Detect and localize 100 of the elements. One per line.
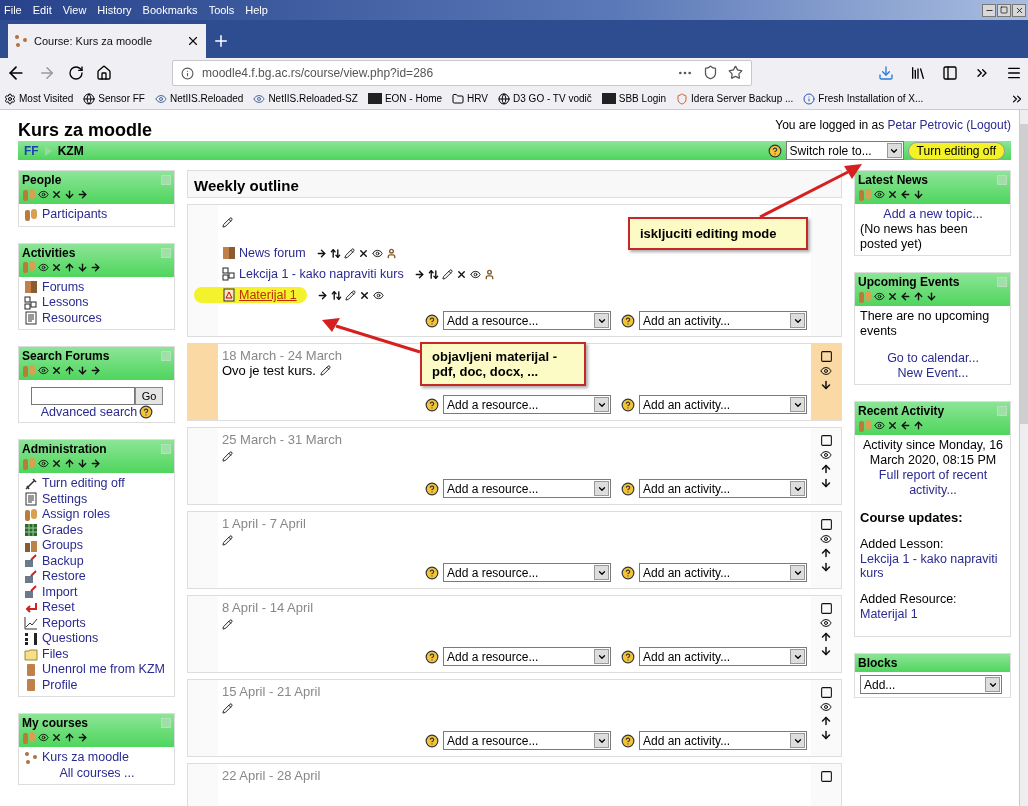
right-arrow-icon[interactable] [315, 247, 327, 259]
activity-link[interactable]: Materijal 1 [239, 288, 297, 302]
edit-icon[interactable] [441, 268, 453, 280]
block-link[interactable]: Participants [42, 207, 108, 223]
download-icon[interactable] [878, 65, 894, 81]
bookmark-link[interactable]: NetIIS.Reloaded [170, 93, 244, 104]
edit-icon[interactable] [222, 619, 233, 630]
eye-icon[interactable] [38, 458, 49, 469]
block-link[interactable]: Profile [42, 677, 78, 693]
delete-icon[interactable] [51, 189, 62, 200]
new-tab-icon[interactable] [212, 32, 230, 50]
right-arrow-icon[interactable] [90, 261, 101, 273]
eye-icon[interactable] [469, 268, 481, 280]
eye-icon[interactable] [874, 291, 885, 302]
eye-icon[interactable] [38, 365, 49, 376]
eye-icon[interactable] [371, 247, 383, 259]
down-arrow-icon[interactable] [77, 261, 88, 273]
down-arrow-icon[interactable] [820, 379, 832, 391]
block-link[interactable]: Import [42, 584, 78, 600]
eye-icon[interactable] [38, 261, 49, 273]
block-link[interactable]: Backup [42, 553, 84, 569]
eye-icon[interactable] [820, 365, 832, 377]
down-arrow-icon[interactable] [820, 729, 832, 741]
eye-icon[interactable] [820, 449, 832, 461]
add-select[interactable]: Add an activity... [639, 563, 807, 582]
sidebar-icon[interactable] [942, 65, 958, 81]
left-arrow-icon[interactable] [900, 420, 911, 431]
block-link[interactable]: Files [42, 646, 69, 662]
activity-link[interactable]: News forum [239, 246, 306, 260]
add-select[interactable]: Add a resource... [443, 395, 611, 414]
add-select[interactable]: Add a resource... [443, 479, 611, 498]
block-link[interactable]: Reset [42, 600, 75, 616]
right-arrow-icon[interactable] [90, 458, 101, 469]
url-field[interactable]: moodle4.f.bg.ac.rs/course/view.php?id=286 [172, 60, 752, 86]
person-icon[interactable] [483, 268, 495, 280]
menu-icon[interactable] [1006, 65, 1022, 81]
eye-icon[interactable] [820, 533, 832, 545]
down-arrow-icon[interactable] [820, 561, 832, 573]
minimize-icon[interactable] [982, 3, 996, 17]
bookmark-link[interactable]: Most Visited [19, 93, 74, 104]
block-link[interactable]: Settings [42, 491, 88, 507]
up-arrow-icon[interactable] [820, 463, 832, 475]
highlight-icon[interactable] [819, 686, 833, 699]
right-arrow-icon[interactable] [77, 732, 88, 743]
edit-icon[interactable] [319, 365, 331, 376]
close-icon[interactable] [186, 34, 200, 48]
edit-icon[interactable] [222, 217, 233, 228]
help-icon[interactable] [621, 313, 635, 328]
help-icon[interactable] [425, 565, 439, 580]
breadcrumb-link[interactable]: FF [24, 143, 39, 158]
eye-icon[interactable] [820, 701, 832, 713]
up-down-arrow-icon[interactable] [330, 289, 342, 301]
block-link[interactable]: Turn editing off [42, 476, 125, 492]
add-select[interactable]: Add an activity... [639, 647, 807, 666]
bookmark-link[interactable]: NetIIS.Reloaded-SZ [268, 93, 358, 104]
up-arrow-icon[interactable] [820, 631, 832, 643]
menu-item[interactable]: Bookmarks [142, 4, 198, 16]
library-icon[interactable] [910, 65, 926, 81]
up-down-arrow-icon[interactable] [329, 247, 341, 259]
eye-icon[interactable] [874, 420, 885, 431]
delete-icon[interactable] [51, 732, 62, 743]
down-arrow-icon[interactable] [820, 645, 832, 657]
add-select[interactable]: Add a resource... [443, 731, 611, 750]
add-select[interactable]: Add a resource... [443, 311, 611, 330]
block-link[interactable]: All courses ... [24, 765, 170, 781]
help-icon[interactable] [425, 733, 439, 748]
delete-icon[interactable] [51, 365, 62, 376]
block-link[interactable]: Resources [42, 310, 102, 326]
help-icon[interactable] [621, 733, 635, 748]
up-arrow-icon[interactable] [64, 365, 75, 376]
eye-icon[interactable] [38, 189, 49, 200]
left-arrow-icon[interactable] [900, 291, 911, 302]
bookmark-link[interactable]: HRV [467, 93, 489, 104]
down-arrow-icon[interactable] [913, 189, 924, 200]
add-block-select[interactable]: Add... [860, 675, 1002, 694]
up-arrow-icon[interactable] [820, 715, 832, 727]
help-icon[interactable] [621, 565, 635, 580]
add-select[interactable]: Add a resource... [443, 647, 611, 666]
highlight-icon[interactable] [819, 518, 833, 531]
highlight-icon[interactable] [819, 770, 833, 783]
help-icon[interactable] [139, 405, 154, 419]
block-link[interactable]: Unenrol me from KZM [42, 662, 165, 678]
eye-icon[interactable] [874, 189, 885, 200]
up-arrow-icon[interactable] [820, 547, 832, 559]
up-arrow-icon[interactable] [64, 261, 75, 273]
bookmark-link[interactable]: Idera Server Backup ... [691, 93, 794, 104]
block-link[interactable]: Assign roles [42, 507, 111, 523]
help-icon[interactable] [425, 313, 439, 328]
down-arrow-icon[interactable] [77, 365, 88, 376]
up-arrow-icon[interactable] [64, 458, 75, 469]
help-icon[interactable] [425, 481, 439, 496]
activity-link[interactable]: Lekcija 1 - kako napraviti kurs [239, 267, 404, 281]
add-select[interactable]: Add an activity... [639, 479, 807, 498]
turn-editing-off-button[interactable]: Turn editing off [907, 141, 1005, 160]
star-icon[interactable] [728, 65, 743, 80]
highlight-icon[interactable] [819, 434, 833, 447]
block-link[interactable]: Materijal 1 [860, 607, 1006, 621]
highlight-icon[interactable] [819, 350, 833, 363]
help-icon[interactable] [425, 649, 439, 664]
eye-icon[interactable] [820, 617, 832, 629]
